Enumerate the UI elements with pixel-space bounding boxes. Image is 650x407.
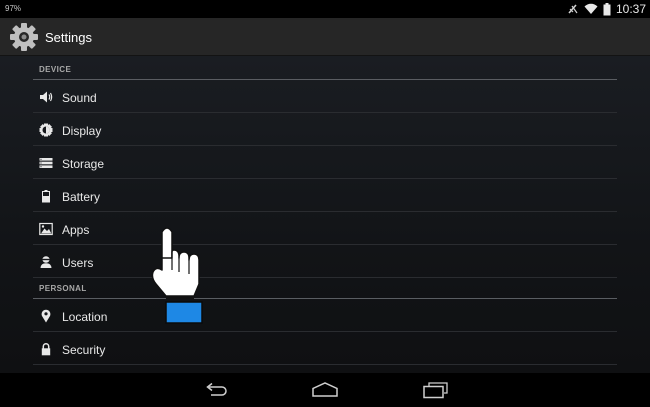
speaker-icon — [39, 90, 53, 104]
navigation-bar — [0, 373, 650, 407]
settings-item-label: Location — [62, 310, 108, 324]
settings-item-apps[interactable]: Apps — [33, 212, 617, 245]
page-title: Settings — [45, 30, 92, 45]
settings-list[interactable]: DEVICE Sound Display Storage Battery App… — [0, 56, 650, 373]
apps-icon — [39, 222, 53, 236]
settings-item-label: Users — [62, 256, 94, 270]
recent-apps-icon[interactable] — [420, 380, 450, 400]
section-header-personal: PERSONAL — [33, 277, 617, 299]
settings-gear-icon[interactable] — [9, 22, 39, 52]
settings-item-storage[interactable]: Storage — [33, 146, 617, 179]
status-icons: 10:37 — [567, 1, 646, 17]
section-header-label: DEVICE — [39, 65, 72, 74]
location-pin-icon — [39, 309, 53, 323]
settings-item-label: Display — [62, 124, 102, 138]
users-icon — [39, 255, 53, 269]
action-bar: Settings — [0, 18, 650, 56]
section-header-device: DEVICE — [33, 58, 617, 80]
signal-off-icon — [567, 3, 579, 15]
wifi-icon — [584, 3, 598, 15]
battery-icon — [39, 189, 53, 203]
settings-item-label: Storage — [62, 157, 105, 171]
settings-item-location[interactable]: Location — [33, 299, 617, 332]
settings-item-label: Sound — [62, 91, 97, 105]
clock: 10:37 — [615, 2, 646, 16]
settings-item-partial[interactable] — [33, 365, 617, 373]
back-icon[interactable] — [201, 380, 231, 400]
home-icon[interactable] — [310, 380, 340, 400]
settings-item-label: Apps — [62, 223, 90, 237]
settings-item-security[interactable]: Security — [33, 332, 617, 365]
settings-item-label: Security — [62, 343, 106, 357]
battery-percentage: 97% — [5, 4, 22, 13]
section-header-label: PERSONAL — [39, 284, 87, 293]
settings-item-users[interactable]: Users — [33, 245, 617, 278]
lock-icon — [39, 342, 53, 356]
battery-icon — [603, 2, 611, 16]
storage-icon — [39, 156, 53, 170]
brightness-icon — [39, 123, 53, 137]
status-bar: 97% 10:37 — [0, 0, 650, 18]
settings-item-display[interactable]: Display — [33, 113, 617, 146]
settings-item-sound[interactable]: Sound — [33, 80, 617, 113]
tap-gesture-hand-icon — [150, 222, 206, 326]
settings-item-label: Battery — [62, 190, 101, 204]
settings-item-battery[interactable]: Battery — [33, 179, 617, 212]
